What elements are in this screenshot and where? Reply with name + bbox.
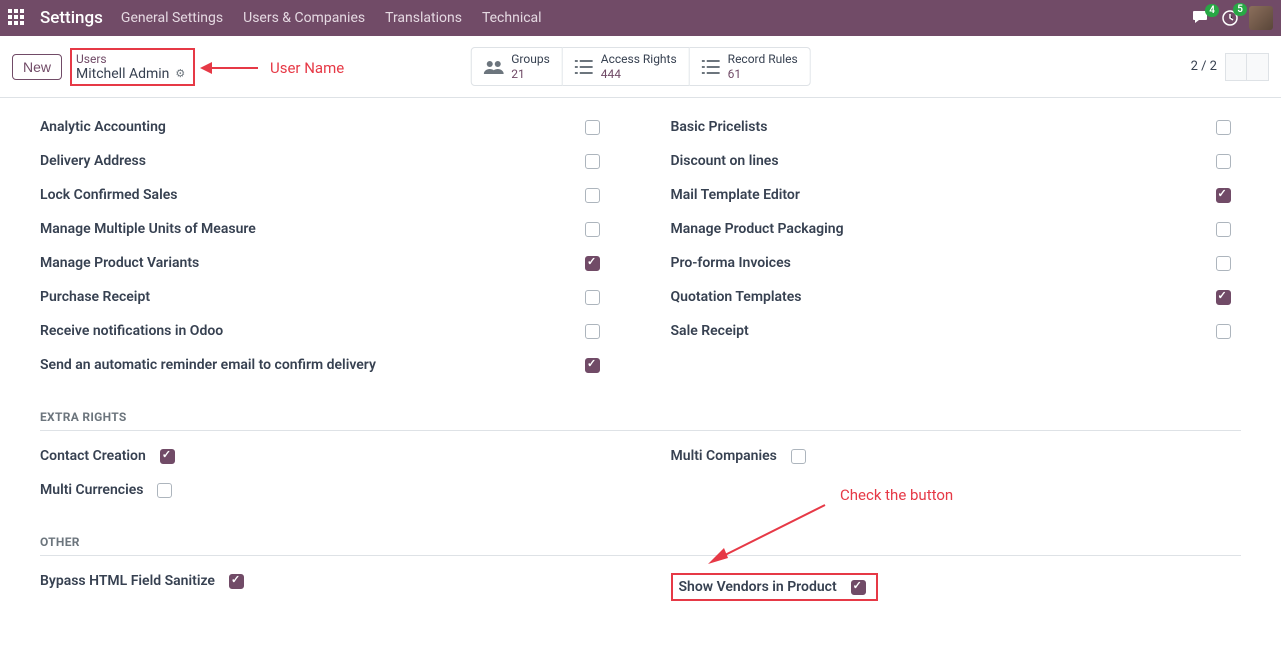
field-label: Lock Confirmed Sales bbox=[40, 187, 177, 203]
field-row: Pro-forma Invoices bbox=[671, 246, 1231, 280]
list-icon bbox=[702, 60, 720, 74]
pager-prev[interactable] bbox=[1225, 53, 1247, 81]
checkbox[interactable] bbox=[229, 574, 244, 589]
messages-icon[interactable]: 4 bbox=[1193, 10, 1211, 26]
field-label: Show Vendors in Product bbox=[679, 579, 837, 595]
field-row: Quotation Templates bbox=[671, 280, 1231, 314]
field-row: Send an automatic reminder email to conf… bbox=[40, 348, 600, 382]
breadcrumb-users[interactable]: Users bbox=[76, 52, 185, 66]
field-label: Bypass HTML Field Sanitize bbox=[40, 573, 215, 589]
checkbox[interactable] bbox=[791, 449, 806, 464]
field-label: Purchase Receipt bbox=[40, 289, 150, 305]
menu-users-companies[interactable]: Users & Companies bbox=[243, 10, 365, 26]
checkbox[interactable] bbox=[1216, 290, 1231, 305]
checkbox[interactable] bbox=[1216, 188, 1231, 203]
checkbox[interactable] bbox=[1216, 154, 1231, 169]
new-button[interactable]: New bbox=[12, 54, 62, 80]
menu-technical[interactable]: Technical bbox=[482, 10, 542, 26]
checkbox[interactable] bbox=[585, 358, 600, 373]
field-label: Mail Template Editor bbox=[671, 187, 800, 203]
menu-translations[interactable]: Translations bbox=[385, 10, 462, 26]
field-row: Mail Template Editor bbox=[671, 178, 1231, 212]
stat-access-rights[interactable]: Access Rights444 bbox=[563, 47, 690, 86]
groups-icon bbox=[483, 59, 503, 75]
field-label: Multi Currencies bbox=[40, 482, 143, 498]
pager-next[interactable] bbox=[1247, 53, 1269, 81]
stat-buttons: Groups21 Access Rights444 Record Rules61 bbox=[470, 47, 811, 86]
field-label: Pro-forma Invoices bbox=[671, 255, 791, 271]
field-row: Manage Product Packaging bbox=[671, 212, 1231, 246]
field-row: Manage Multiple Units of Measure bbox=[40, 212, 600, 246]
activities-badge: 5 bbox=[1233, 3, 1247, 16]
field-label: Sale Receipt bbox=[671, 323, 749, 339]
field-row: Multi Currencies bbox=[40, 473, 611, 507]
checkbox[interactable] bbox=[160, 449, 175, 464]
stat-record-rules[interactable]: Record Rules61 bbox=[690, 47, 811, 86]
field-label: Contact Creation bbox=[40, 448, 146, 464]
field-label: Manage Multiple Units of Measure bbox=[40, 221, 256, 237]
checkbox[interactable] bbox=[585, 120, 600, 135]
record-name: Mitchell Admin bbox=[76, 66, 169, 82]
stat-groups[interactable]: Groups21 bbox=[470, 47, 563, 86]
field-row: Lock Confirmed Sales bbox=[40, 178, 600, 212]
pager: 2 / 2 bbox=[1191, 53, 1269, 81]
field-row: Delivery Address bbox=[40, 144, 600, 178]
checkbox[interactable] bbox=[1216, 120, 1231, 135]
field-row: Multi Companies bbox=[671, 439, 1242, 473]
checkbox[interactable] bbox=[1216, 222, 1231, 237]
gear-icon[interactable]: ⚙ bbox=[175, 67, 185, 80]
field-row: Bypass HTML Field Sanitize bbox=[40, 564, 611, 598]
checkbox[interactable] bbox=[585, 324, 600, 339]
field-row: Contact Creation bbox=[40, 439, 611, 473]
control-panel: New Users Mitchell Admin ⚙ Groups21 Acce… bbox=[0, 36, 1281, 98]
field-label: Manage Product Variants bbox=[40, 255, 199, 271]
breadcrumb-box: Users Mitchell Admin ⚙ bbox=[70, 48, 195, 86]
list-icon bbox=[575, 60, 593, 74]
checkbox[interactable] bbox=[157, 483, 172, 498]
app-title[interactable]: Settings bbox=[40, 8, 103, 28]
field-label: Send an automatic reminder email to conf… bbox=[40, 357, 376, 373]
checkbox[interactable] bbox=[585, 154, 600, 169]
checkbox[interactable] bbox=[1216, 256, 1231, 271]
pager-text: 2 / 2 bbox=[1191, 59, 1217, 74]
field-label: Basic Pricelists bbox=[671, 119, 768, 135]
field-row: Basic Pricelists bbox=[671, 110, 1231, 144]
field-row: Show Vendors in Product bbox=[671, 564, 1242, 610]
field-row: Sale Receipt bbox=[671, 314, 1231, 348]
field-row: Receive notifications in Odoo bbox=[40, 314, 600, 348]
field-row: Manage Product Variants bbox=[40, 246, 600, 280]
field-label: Receive notifications in Odoo bbox=[40, 323, 223, 339]
checkbox[interactable] bbox=[1216, 324, 1231, 339]
field-row: Purchase Receipt bbox=[40, 280, 600, 314]
checkbox[interactable] bbox=[585, 188, 600, 203]
checkbox[interactable] bbox=[585, 290, 600, 305]
field-label: Manage Product Packaging bbox=[671, 221, 844, 237]
section-other: OTHER bbox=[40, 535, 1241, 556]
messages-badge: 4 bbox=[1205, 4, 1219, 17]
checkbox[interactable] bbox=[585, 222, 600, 237]
topbar: Settings General Settings Users & Compan… bbox=[0, 0, 1281, 36]
field-row: Discount on lines bbox=[671, 144, 1231, 178]
apps-icon[interactable] bbox=[8, 9, 26, 27]
field-row: Analytic Accounting bbox=[40, 110, 600, 144]
field-label: Delivery Address bbox=[40, 153, 146, 169]
field-label: Multi Companies bbox=[671, 448, 777, 464]
topbar-menu: General Settings Users & Companies Trans… bbox=[121, 10, 542, 26]
form-content: Analytic Accounting Delivery Address Lock … bbox=[0, 98, 1281, 650]
field-label: Discount on lines bbox=[671, 153, 779, 169]
activities-icon[interactable]: 5 bbox=[1221, 9, 1239, 27]
checkbox[interactable] bbox=[851, 580, 866, 595]
field-label: Quotation Templates bbox=[671, 289, 802, 305]
field-label: Analytic Accounting bbox=[40, 119, 166, 135]
section-extra-rights: EXTRA RIGHTS bbox=[40, 410, 1241, 431]
user-avatar[interactable] bbox=[1249, 6, 1273, 30]
checkbox[interactable] bbox=[585, 256, 600, 271]
menu-general-settings[interactable]: General Settings bbox=[121, 10, 223, 26]
